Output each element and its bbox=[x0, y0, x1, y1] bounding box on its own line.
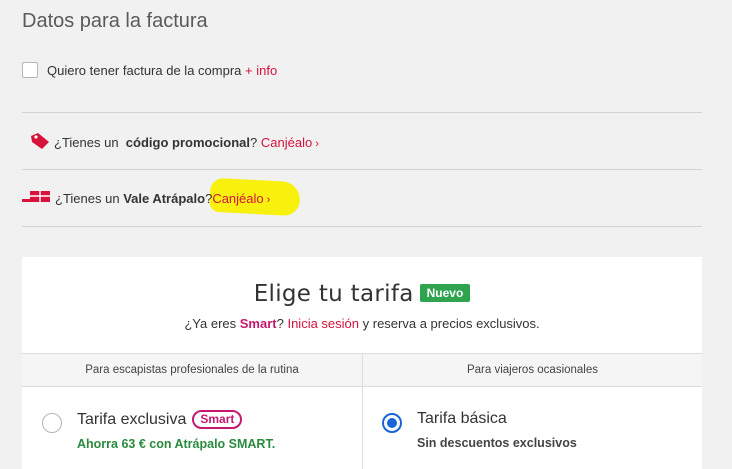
gift-voucher-icon bbox=[22, 190, 52, 207]
subtitle-prefix: ¿Ya eres bbox=[184, 316, 237, 331]
invoice-checkbox-row[interactable]: Quiero tener factura de la compra + info bbox=[22, 62, 277, 78]
chevron-right-icon: › bbox=[315, 138, 319, 150]
promo-code-row: ¿Tienes un código promocional? Canjéalo › bbox=[30, 132, 319, 153]
promo-suffix: ? bbox=[250, 135, 258, 150]
divider bbox=[22, 169, 702, 170]
voucher-prefix: ¿Tienes un bbox=[55, 191, 120, 206]
exclusive-radio[interactable] bbox=[42, 413, 62, 433]
section-title: Datos para la factura bbox=[22, 10, 208, 32]
invoice-label: Quiero tener factura de la compra bbox=[47, 62, 242, 78]
new-badge: Nuevo bbox=[419, 284, 471, 302]
tariff-title: Elige tu tarifa Nuevo bbox=[22, 281, 702, 307]
basic-radio[interactable] bbox=[382, 413, 402, 433]
voucher-suffix: ? bbox=[205, 191, 213, 206]
subtitle-q: ? bbox=[276, 316, 284, 331]
invoice-info-link[interactable]: + info bbox=[245, 63, 277, 78]
exclusive-subtitle: Ahorra 63 € con Atrápalo SMART. bbox=[77, 437, 276, 451]
chevron-right-icon: › bbox=[266, 194, 271, 206]
voucher-bold: Vale Atrápalo bbox=[123, 191, 206, 206]
redeem-voucher-label: Canjéalo bbox=[212, 191, 264, 206]
redeem-voucher-link[interactable]: Canjéalo › bbox=[212, 191, 270, 206]
tariff-option-exclusive[interactable]: Tarifa exclusiva Smart Ahorra 63 € con A… bbox=[42, 410, 275, 451]
voucher-row: ¿Tienes un Vale Atrápalo? Canjéalo › bbox=[22, 190, 270, 207]
tariff-subtitle: ¿Ya eres Smart? Inicia sesión y reserva … bbox=[22, 316, 702, 331]
subtitle-suffix: y reserva a precios exclusivos. bbox=[362, 316, 540, 331]
basic-title: Tarifa básica bbox=[417, 410, 507, 427]
column-header-exclusive: Para escapistas profesionales de la ruti… bbox=[22, 353, 362, 387]
basic-subtitle: Sin descuentos exclusivos bbox=[417, 436, 577, 450]
divider bbox=[22, 226, 702, 227]
promo-bold: código promocional bbox=[125, 135, 251, 150]
column-header-basic: Para viajeros ocasionales bbox=[362, 353, 702, 387]
redeem-promo-label: Canjéalo bbox=[260, 135, 313, 150]
redeem-promo-link[interactable]: Canjéalo › bbox=[261, 135, 319, 150]
smart-pill: Smart bbox=[192, 410, 243, 429]
column-divider bbox=[362, 387, 363, 469]
tag-icon bbox=[30, 132, 50, 153]
exclusive-title: Tarifa exclusiva bbox=[77, 410, 187, 428]
smart-word: Smart bbox=[239, 316, 277, 331]
divider bbox=[22, 112, 702, 113]
tariff-card: Elige tu tarifa Nuevo ¿Ya eres Smart? Ini… bbox=[22, 257, 702, 469]
promo-prefix: ¿Tienes un bbox=[54, 135, 119, 150]
tariff-option-basic[interactable]: Tarifa básica Sin descuentos exclusivos bbox=[382, 410, 577, 450]
invoice-checkbox[interactable] bbox=[22, 62, 38, 78]
login-link[interactable]: Inicia sesión bbox=[287, 316, 359, 331]
tariff-title-text: Elige tu tarifa bbox=[253, 281, 414, 307]
